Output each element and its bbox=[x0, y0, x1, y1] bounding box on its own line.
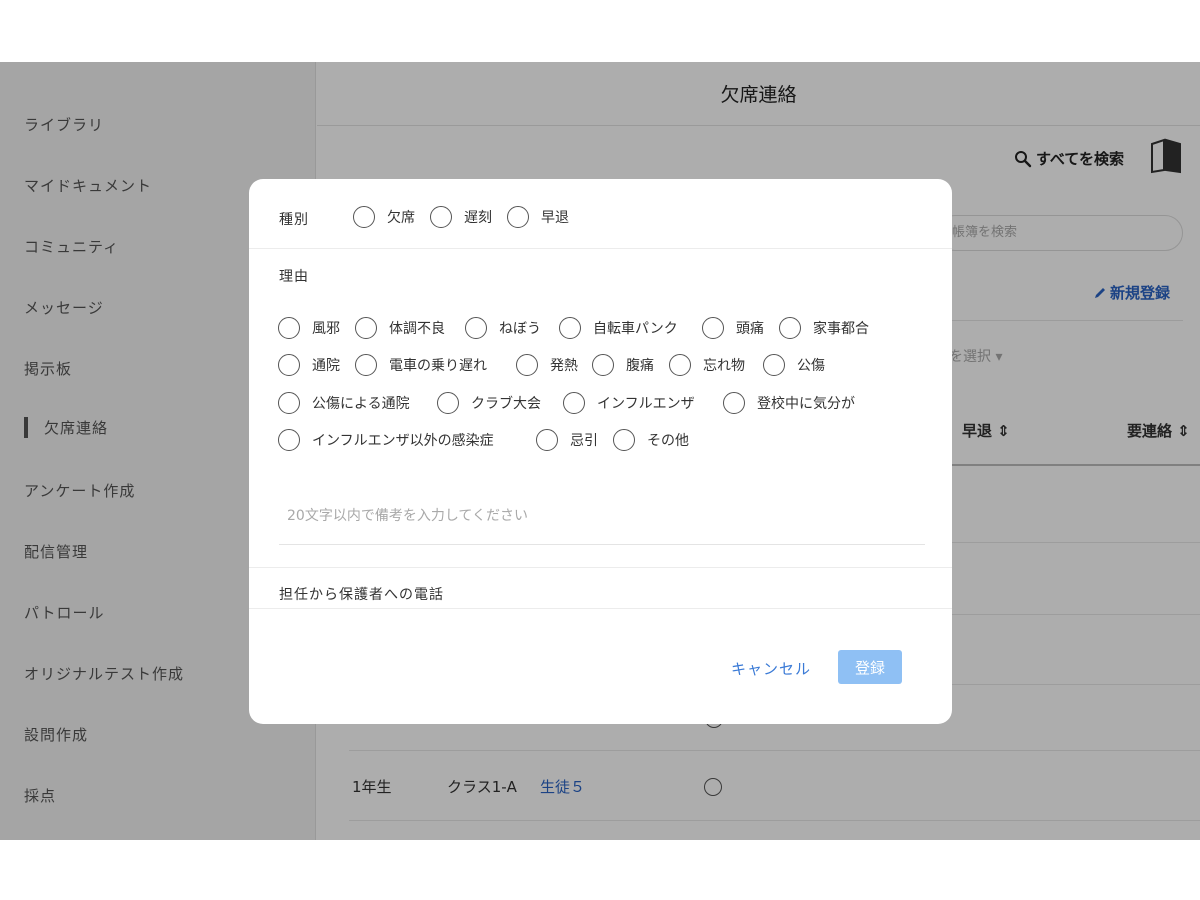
radio-label: インフルエンザ以外の感染症 bbox=[312, 433, 494, 449]
radio-circle bbox=[592, 354, 614, 376]
radio-type-late[interactable]: 遅刻 bbox=[430, 206, 492, 228]
radio-reason-stomachache[interactable]: 腹痛 bbox=[592, 354, 654, 376]
radio-label: 遅刻 bbox=[464, 210, 492, 226]
radio-circle bbox=[278, 392, 300, 414]
radio-label: クラブ大会 bbox=[471, 396, 541, 412]
radio-reason-injury-hospital[interactable]: 公傷による通院 bbox=[278, 392, 410, 414]
radio-reason-official-injury[interactable]: 公傷 bbox=[763, 354, 825, 376]
radio-label: 腹痛 bbox=[626, 358, 654, 374]
radio-circle bbox=[763, 354, 785, 376]
app-frame: ライブラリ マイドキュメント コミュニティ メッセージ 掲示板 欠席連絡 アンケ… bbox=[0, 62, 1200, 840]
radio-reason-other[interactable]: その他 bbox=[613, 429, 689, 451]
type-label: 種別 bbox=[279, 212, 309, 228]
section-divider bbox=[249, 248, 952, 249]
radio-label: 公傷 bbox=[797, 358, 825, 374]
radio-circle bbox=[278, 354, 300, 376]
radio-reason-hospital[interactable]: 通院 bbox=[278, 354, 340, 376]
radio-label: 頭痛 bbox=[736, 321, 764, 337]
radio-label: 忌引 bbox=[570, 433, 598, 449]
radio-reason-cold[interactable]: 風邪 bbox=[278, 317, 340, 339]
radio-reason-forgot[interactable]: 忘れ物 bbox=[669, 354, 745, 376]
radio-label: インフルエンザ bbox=[597, 396, 695, 412]
cancel-button[interactable]: キャンセル bbox=[731, 658, 811, 679]
radio-label: 風邪 bbox=[312, 321, 340, 337]
radio-circle bbox=[516, 354, 538, 376]
radio-reason-missed-train[interactable]: 電車の乗り遅れ bbox=[355, 354, 487, 376]
radio-type-early-leave[interactable]: 早退 bbox=[507, 206, 569, 228]
radio-label: 発熱 bbox=[550, 358, 578, 374]
radio-circle bbox=[355, 317, 377, 339]
radio-reason-family[interactable]: 家事都合 bbox=[779, 317, 869, 339]
section-divider bbox=[249, 567, 952, 568]
radio-circle bbox=[702, 317, 724, 339]
radio-reason-sick-on-way[interactable]: 登校中に気分が bbox=[723, 392, 855, 414]
radio-reason-headache[interactable]: 頭痛 bbox=[702, 317, 764, 339]
radio-label: 欠席 bbox=[387, 210, 415, 226]
radio-reason-oversleep[interactable]: ねぼう bbox=[465, 317, 541, 339]
radio-label: 公傷による通院 bbox=[312, 396, 410, 412]
radio-reason-fever[interactable]: 発熱 bbox=[516, 354, 578, 376]
radio-label: ねぼう bbox=[499, 321, 541, 337]
radio-label: 登校中に気分が bbox=[757, 396, 855, 412]
radio-reason-unwell[interactable]: 体調不良 bbox=[355, 317, 445, 339]
radio-label: 自転車パンク bbox=[593, 321, 678, 337]
radio-circle bbox=[437, 392, 459, 414]
reason-label: 理由 bbox=[279, 269, 309, 285]
radio-circle bbox=[278, 429, 300, 451]
radio-circle bbox=[723, 392, 745, 414]
phone-section-label: 担任から保護者への電話 bbox=[279, 587, 444, 603]
absence-dialog: 種別 欠席 遅刻 早退 理由 風邪 体調不良 ねぼう 自転車パンク 頭痛 家事都… bbox=[249, 179, 952, 724]
radio-circle bbox=[278, 317, 300, 339]
radio-type-absence[interactable]: 欠席 bbox=[353, 206, 415, 228]
radio-label: 体調不良 bbox=[389, 321, 445, 337]
radio-circle bbox=[507, 206, 529, 228]
radio-circle bbox=[430, 206, 452, 228]
radio-reason-bereavement[interactable]: 忌引 bbox=[536, 429, 598, 451]
register-button[interactable]: 登録 bbox=[838, 650, 902, 684]
radio-label: 通院 bbox=[312, 358, 340, 374]
radio-label: その他 bbox=[647, 433, 689, 449]
radio-reason-other-infection[interactable]: インフルエンザ以外の感染症 bbox=[278, 429, 494, 451]
radio-label: 電車の乗り遅れ bbox=[389, 358, 487, 374]
radio-circle bbox=[669, 354, 691, 376]
radio-circle bbox=[779, 317, 801, 339]
radio-reason-flat-tire[interactable]: 自転車パンク bbox=[559, 317, 678, 339]
radio-label: 家事都合 bbox=[813, 321, 869, 337]
radio-label: 忘れ物 bbox=[703, 358, 745, 374]
radio-circle bbox=[355, 354, 377, 376]
radio-reason-club-event[interactable]: クラブ大会 bbox=[437, 392, 541, 414]
memo-input[interactable] bbox=[279, 487, 925, 545]
radio-circle bbox=[465, 317, 487, 339]
section-divider bbox=[249, 608, 952, 609]
radio-circle bbox=[563, 392, 585, 414]
radio-circle bbox=[559, 317, 581, 339]
radio-reason-influenza[interactable]: インフルエンザ bbox=[563, 392, 695, 414]
radio-circle bbox=[353, 206, 375, 228]
radio-label: 早退 bbox=[541, 210, 569, 226]
radio-circle bbox=[613, 429, 635, 451]
radio-circle bbox=[536, 429, 558, 451]
